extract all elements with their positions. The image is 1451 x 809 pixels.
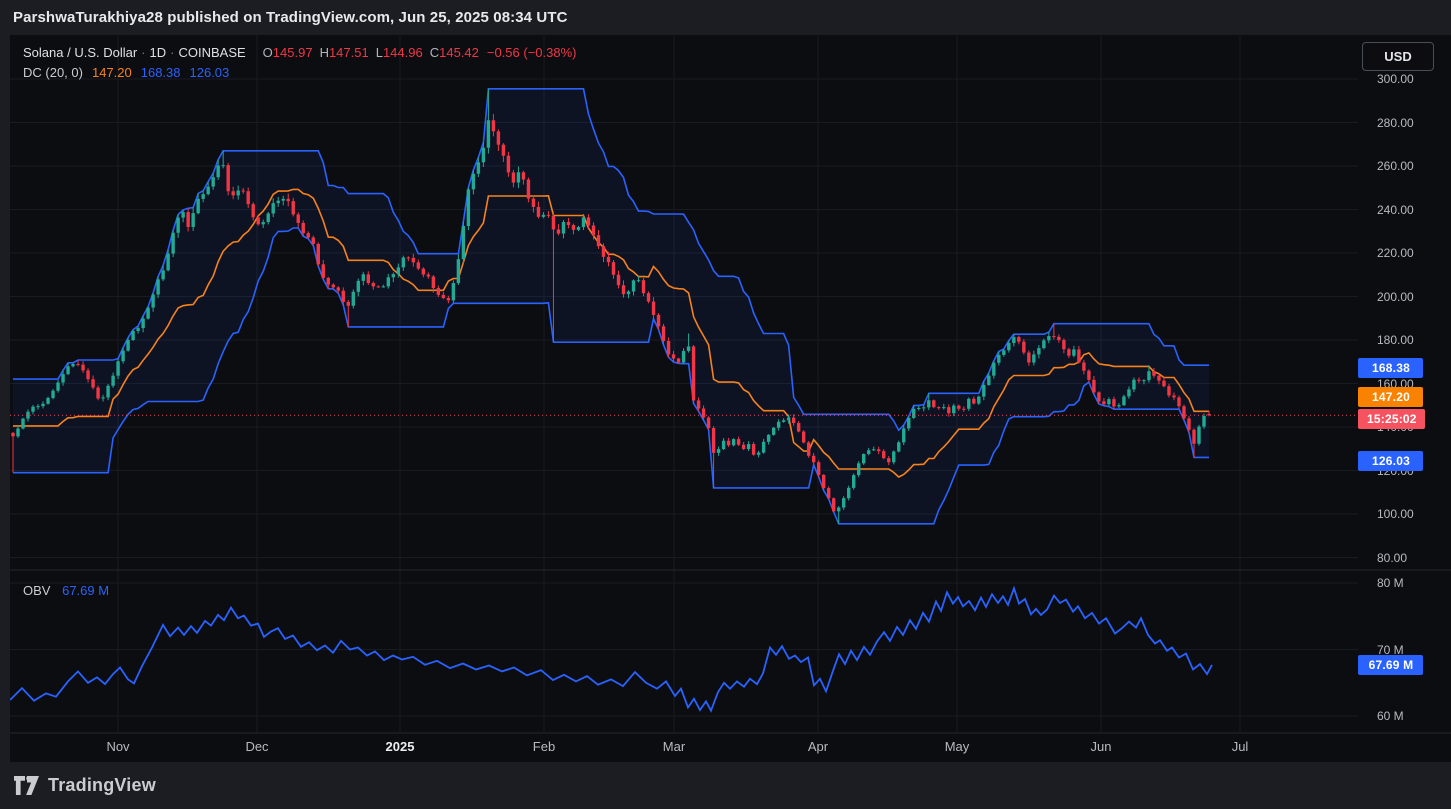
axis-badge-152502: 15:25:02 [1358,409,1425,429]
obv-indicator-legend[interactable]: OBV 67.69 M [23,583,109,598]
brand-name[interactable]: TradingView [48,775,156,796]
price-tick-240: 240.00 [1368,203,1414,217]
change-value: −0.56 (−0.38%) [487,45,577,60]
price-tick-260: 260.00 [1368,159,1414,173]
dc-fill-layer [13,89,1209,524]
ohlc-key-O: O [263,45,273,60]
dc-value-1: 168.38 [141,65,181,80]
time-label-2025[interactable]: 2025 [386,739,415,754]
time-label-Apr[interactable]: Apr [808,739,828,754]
price-tick-100: 100.00 [1368,507,1414,521]
time-label-Jun[interactable]: Jun [1091,739,1112,754]
price-tick-220: 220.00 [1368,246,1414,260]
exchange-label: COINBASE [178,45,245,60]
obv-indicator-name: OBV [23,583,50,598]
dc-value-0: 147.20 [92,65,132,80]
chart-widget[interactable]: Solana / U.S. Dollar·1D·COINBASEO145.97H… [10,35,1451,762]
dc-indicator-legend[interactable]: DC (20, 0) 147.20 168.38 126.03 [23,65,229,80]
ohlc-value-C: 145.42 [439,45,479,60]
axis-badge-6769M: 67.69 M [1358,655,1423,675]
ohlc-key-H: H [320,45,329,60]
tradingview-published-chart: ParshwaTurakhiya28 published on TradingV… [0,0,1451,809]
ohlc-value-L: 144.96 [383,45,423,60]
dc-indicator-name: DC (20, 0) [23,65,83,80]
price-tick-180: 180.00 [1368,333,1414,347]
price-tick-300: 300.00 [1368,72,1414,86]
pane-frames [10,570,1451,733]
symbol-name: Solana / U.S. Dollar [23,45,137,60]
time-label-Mar[interactable]: Mar [663,739,685,754]
obv-indicator-value: 67.69 M [62,583,109,598]
obv-tick-60: 60 M [1368,709,1404,723]
ohlc-values: O145.97 H147.51 L144.96 C145.42 [256,45,479,60]
time-label-Feb[interactable]: Feb [533,739,555,754]
price-tick-80: 80.00 [1368,551,1407,565]
ohlc-key-L: L [376,45,383,60]
time-label-Jul[interactable]: Jul [1232,739,1249,754]
axis-badge-16838: 168.38 [1358,358,1423,378]
time-label-Nov[interactable]: Nov [106,739,129,754]
attribution-text: ParshwaTurakhiya28 published on TradingV… [13,0,568,35]
ohlc-key-C: C [430,45,439,60]
obv-tick-80: 80 M [1368,576,1404,590]
tradingview-logo-icon[interactable] [14,776,39,795]
axis-badge-12603: 126.03 [1358,451,1423,471]
price-tick-280: 280.00 [1368,116,1414,130]
currency-toggle-button[interactable]: USD [1362,42,1434,71]
interval-label: 1D [150,45,167,60]
axis-badge-14720: 147.20 [1358,387,1423,407]
ohlc-value-O: 145.97 [273,45,313,60]
ohlc-value-H: 147.51 [329,45,369,60]
footer-bar: TradingView [0,762,1451,809]
dc-value-2: 126.03 [190,65,230,80]
time-label-Dec[interactable]: Dec [245,739,268,754]
dc-indicator-values: 147.20 168.38 126.03 [83,65,229,80]
symbol-legend[interactable]: Solana / U.S. Dollar·1D·COINBASEO145.97H… [23,45,577,60]
time-label-May[interactable]: May [945,739,970,754]
chart-canvas[interactable] [10,35,1451,762]
price-tick-200: 200.00 [1368,290,1414,304]
